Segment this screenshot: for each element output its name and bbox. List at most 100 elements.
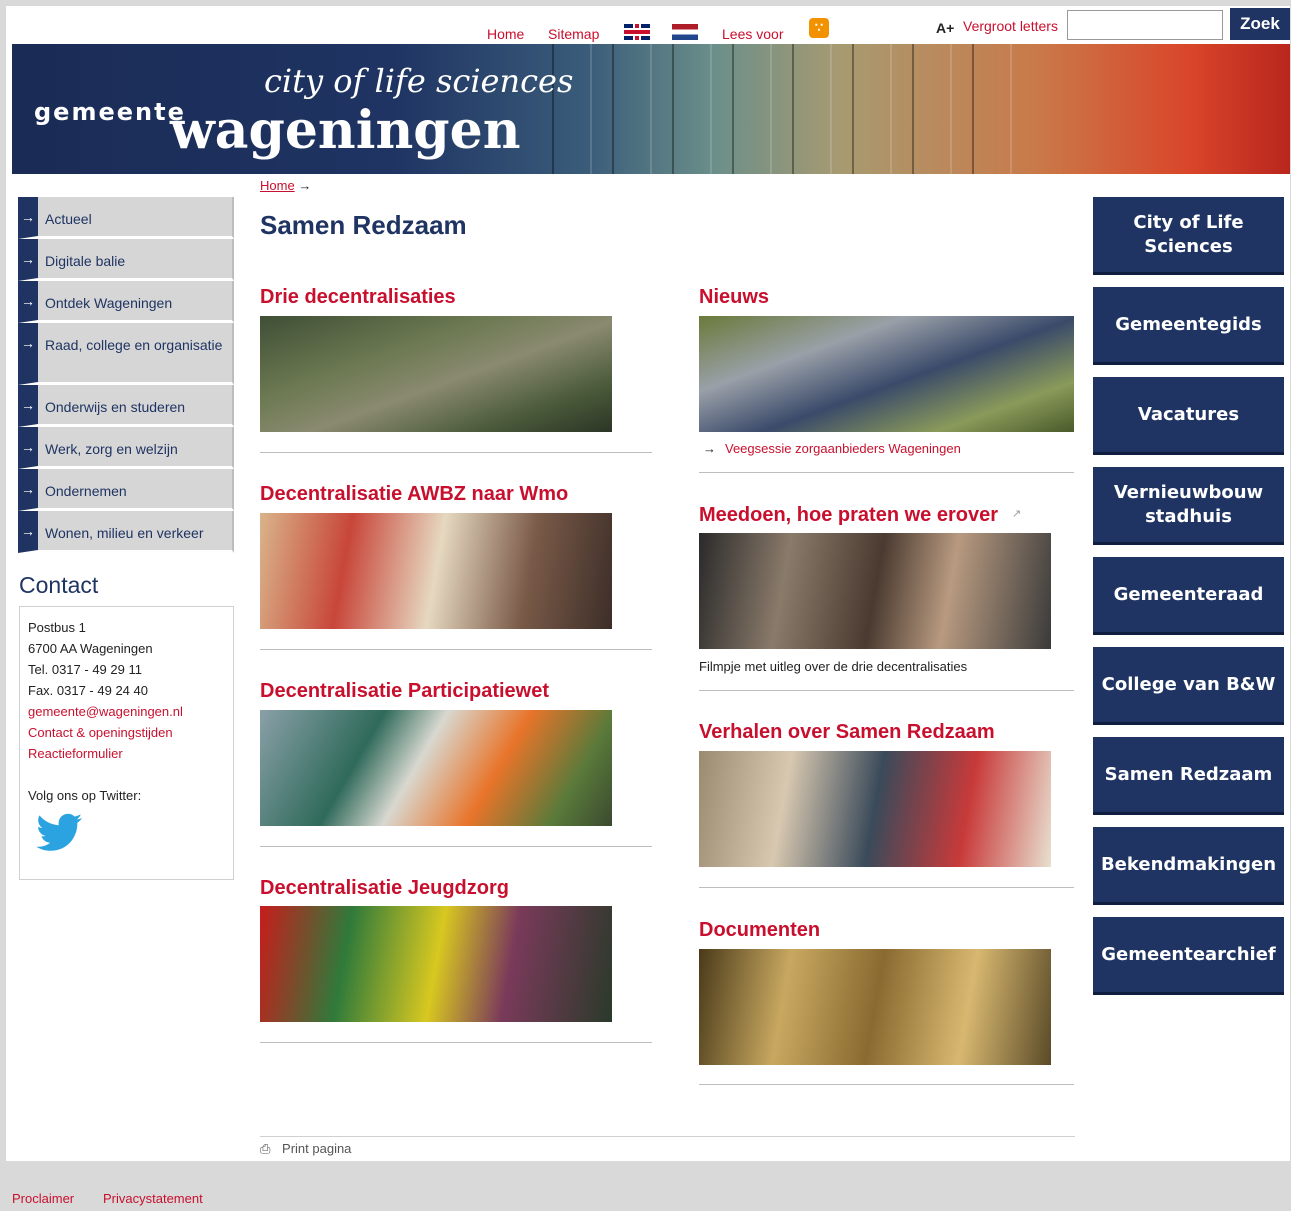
opening-hours-link[interactable]: Contact & openingstijden	[28, 722, 225, 743]
header-banner: gemeente city of life sciences wageninge…	[12, 44, 1290, 174]
breadcrumb-home-link[interactable]: Home	[260, 178, 295, 193]
quicklink-vacatures[interactable]: Vacatures	[1093, 377, 1284, 455]
block-image[interactable]	[699, 751, 1051, 867]
block-title[interactable]: Decentralisatie AWBZ naar Wmo	[260, 483, 568, 506]
read-aloud-link[interactable]: Lees voor	[722, 26, 783, 42]
reaction-form-link[interactable]: Reactieformulier	[28, 743, 225, 764]
block-image[interactable]	[260, 710, 612, 826]
enlarge-text-icon[interactable]: A+	[936, 20, 954, 36]
proclaimer-link[interactable]: Proclaimer	[12, 1191, 74, 1206]
contact-email-link[interactable]: gemeente@wageningen.nl	[28, 701, 225, 722]
block-meedoen[interactable]: Meedoen, hoe praten we erover	[699, 504, 998, 527]
home-link[interactable]: Home	[487, 26, 524, 42]
nav-item-actueel[interactable]: → Actueel	[18, 197, 234, 239]
breadcrumb: Home →	[260, 178, 311, 193]
sitemap-link[interactable]: Sitemap	[548, 26, 599, 42]
block-documenten[interactable]: Documenten	[699, 919, 820, 942]
divider	[699, 690, 1074, 691]
rss-icon[interactable]: ∵	[809, 18, 829, 38]
nav-item-wonen[interactable]: → Wonen, milieu en verkeer	[18, 511, 234, 553]
printer-icon: ⎙	[260, 1141, 271, 1156]
arrow-right-icon: →	[21, 335, 35, 351]
block-title[interactable]: Meedoen, hoe praten we erover	[699, 504, 998, 527]
block-image[interactable]	[699, 533, 1051, 649]
top-utility-bar: Home Sitemap Lees voor ∵ A+ Vergroot let…	[6, 6, 1290, 46]
breadcrumb-arrow-icon: →	[298, 178, 312, 193]
contact-postal-line: 6700 AA Wageningen	[28, 641, 153, 656]
twitter-label: Volg ons op Twitter:	[28, 788, 142, 803]
block-image[interactable]	[260, 316, 612, 432]
block-image[interactable]	[699, 316, 1074, 432]
search-input[interactable]	[1067, 10, 1223, 40]
divider	[260, 1136, 1075, 1137]
contact-phone: Tel. 0317 - 49 29 11	[28, 662, 142, 677]
block-verhalen[interactable]: Verhalen over Samen Redzaam	[699, 721, 995, 744]
logo-tagline: city of life sciences	[264, 62, 574, 100]
block-jeugdzorg[interactable]: Decentralisatie Jeugdzorg	[260, 877, 509, 900]
divider	[699, 472, 1074, 473]
quicklink-vernieuwbouw-stadhuis[interactable]: Vernieuwbouw stadhuis	[1093, 467, 1284, 545]
block-title[interactable]: Verhalen over Samen Redzaam	[699, 721, 995, 744]
arrow-right-icon: →	[21, 397, 35, 413]
block-title[interactable]: Decentralisatie Participatiewet	[260, 680, 549, 703]
block-title[interactable]: Drie decentralisaties	[260, 286, 456, 309]
english-flag-icon[interactable]	[624, 24, 650, 40]
block-title[interactable]: Decentralisatie Jeugdzorg	[260, 877, 509, 900]
left-navigation: → Actueel → Digitale balie → Ontdek Wagenin…	[18, 197, 234, 553]
contact-heading: Contact	[19, 572, 99, 598]
quicklink-gemeenteraad[interactable]: Gemeenteraad	[1093, 557, 1284, 635]
block-title[interactable]: Documenten	[699, 919, 820, 942]
contact-fax: Fax. 0317 - 49 24 40	[28, 683, 148, 698]
block-image[interactable]	[699, 949, 1051, 1065]
right-navigation: City of Life Sciences Gemeentegids Vacat…	[1093, 197, 1284, 1007]
print-page-link[interactable]: ⎙ Print pagina	[260, 1141, 351, 1157]
divider	[260, 649, 652, 650]
dutch-flag-icon[interactable]	[672, 24, 698, 40]
block-participatiewet[interactable]: Decentralisatie Participatiewet	[260, 680, 549, 703]
enlarge-text-link[interactable]: Vergroot letters	[963, 18, 1058, 34]
contact-box: Postbus 1 6700 AA Wageningen Tel. 0317 -…	[19, 606, 234, 880]
contact-address-line: Postbus 1	[28, 620, 86, 635]
arrow-right-icon: →	[21, 439, 35, 455]
divider	[260, 1042, 652, 1043]
divider	[699, 887, 1074, 888]
logo-wageningen-text[interactable]: wageningen	[170, 100, 521, 161]
nav-item-ondernemen[interactable]: → Ondernemen	[18, 469, 234, 511]
arrow-right-icon: →	[21, 251, 35, 267]
logo-gemeente-text: gemeente	[34, 98, 186, 126]
quicklink-gemeentearchief[interactable]: Gemeentearchief	[1093, 917, 1284, 995]
nav-item-raad-college[interactable]: → Raad, college en organisatie	[18, 323, 234, 385]
quicklink-city-of-life-sciences[interactable]: City of Life Sciences	[1093, 197, 1284, 275]
quicklink-gemeentegids[interactable]: Gemeentegids	[1093, 287, 1284, 365]
nav-item-digitale-balie[interactable]: → Digitale balie	[18, 239, 234, 281]
block-title[interactable]: Nieuws	[699, 286, 769, 309]
footer: Proclaimer Privacystatement	[6, 1161, 1290, 1206]
search-button[interactable]: Zoek	[1230, 8, 1290, 40]
privacy-statement-link[interactable]: Privacystatement	[103, 1191, 203, 1206]
arrow-right-icon: →	[21, 293, 35, 309]
quicklink-samen-redzaam[interactable]: Samen Redzaam	[1093, 737, 1284, 815]
block-awbz-wmo[interactable]: Decentralisatie AWBZ naar Wmo	[260, 483, 568, 506]
news-item-link[interactable]: Veegsessie zorgaanbieders Wageningen	[725, 441, 961, 456]
page: Home Sitemap Lees voor ∵ A+ Vergroot let…	[6, 6, 1290, 1206]
nav-item-onderwijs[interactable]: → Onderwijs en studeren	[18, 385, 234, 427]
arrow-right-icon: →	[21, 209, 35, 225]
divider	[260, 846, 652, 847]
block-drie-decentralisaties[interactable]: Drie decentralisaties	[260, 286, 456, 309]
arrow-right-icon: →	[21, 481, 35, 497]
arrow-right-icon: →	[21, 523, 35, 539]
nav-item-werk-zorg[interactable]: → Werk, zorg en welzijn	[18, 427, 234, 469]
external-link-icon: ↗	[1012, 508, 1022, 520]
divider	[260, 452, 652, 453]
page-title: Samen Redzaam	[260, 210, 467, 240]
block-image[interactable]	[260, 513, 612, 629]
block-nieuws[interactable]: Nieuws	[699, 286, 769, 309]
quicklink-college-bw[interactable]: College van B&W	[1093, 647, 1284, 725]
video-caption: Filmpje met uitleg over de drie decentra…	[699, 659, 968, 674]
divider	[699, 1084, 1074, 1085]
nav-item-ontdek-wageningen[interactable]: → Ontdek Wageningen	[18, 281, 234, 323]
block-image[interactable]	[260, 906, 612, 1022]
twitter-bird-icon[interactable]	[36, 813, 84, 853]
arrow-right-icon: →	[703, 441, 716, 456]
quicklink-bekendmakingen[interactable]: Bekendmakingen	[1093, 827, 1284, 905]
